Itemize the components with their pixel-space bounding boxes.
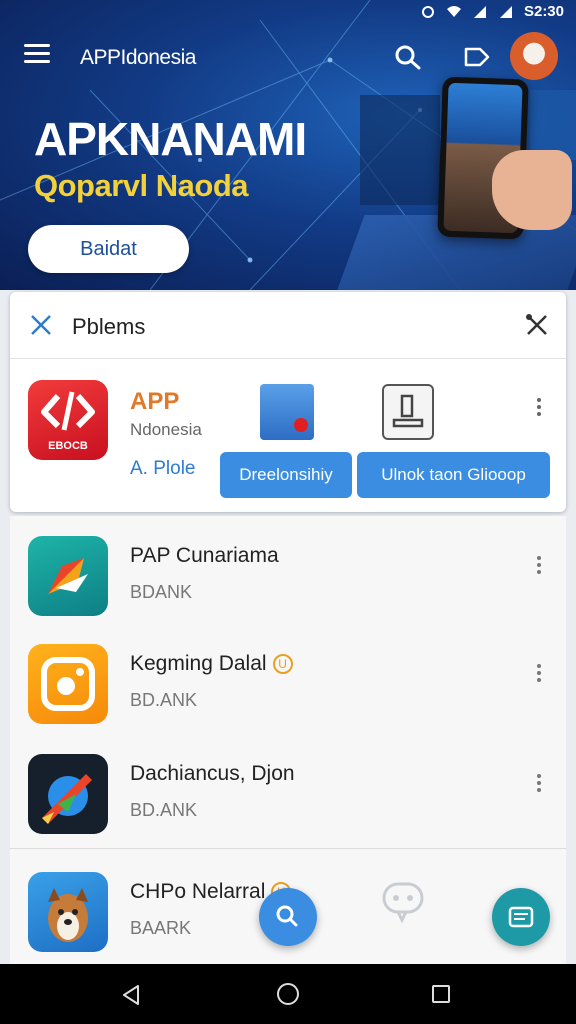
coin-badge-icon: U	[272, 654, 293, 675]
primary-action-button[interactable]: Dreelonsihiy	[220, 452, 352, 498]
hero-hand-image	[492, 150, 572, 230]
list-item[interactable]: PAP Cunariama BDANK	[10, 516, 566, 628]
stamp-app-icon[interactable]	[382, 384, 434, 440]
list-item[interactable]: Dachiancus, Djon BD.ANK	[10, 734, 566, 846]
featured-app-subtitle: Ndonesia	[130, 420, 202, 439]
divider	[10, 848, 566, 849]
tools-icon[interactable]	[524, 312, 550, 338]
status-time: S2:30	[523, 2, 564, 20]
more-options-icon[interactable]	[530, 398, 548, 422]
app-bar: APPIdonesia	[0, 30, 576, 82]
hero-banner: S2:30 APPIdonesia APKNANAMI Qoparvl Naod…	[0, 0, 576, 290]
divider	[10, 358, 566, 359]
featured-panel: Pblems EBOCB APP Ndonesia A. Plole Dreel…	[10, 292, 566, 512]
status-bar: S2:30	[0, 0, 576, 22]
more-options-icon[interactable]	[530, 556, 548, 580]
pen-arrow-icon	[28, 754, 108, 834]
home-icon[interactable]	[277, 983, 299, 1005]
dog-app-icon	[28, 872, 108, 952]
list-item-meta: BDANK	[130, 582, 193, 602]
wifi-icon	[446, 6, 461, 17]
more-options-icon[interactable]	[530, 774, 548, 798]
list-item-title-text: CHPo Nelarral	[130, 880, 266, 903]
hero-title: APKNANAMI	[34, 113, 307, 165]
signal-icon	[473, 6, 486, 18]
code-symbol-icon	[41, 391, 95, 431]
hero-cta-button[interactable]: Baidat	[28, 225, 189, 273]
panel-title: Pblems	[72, 314, 146, 339]
menu-icon[interactable]	[24, 44, 50, 66]
search-fab-button[interactable]	[259, 888, 317, 946]
chat-bubble-icon[interactable]	[380, 878, 426, 924]
list-item-title-text: Kegming Dalal	[130, 652, 267, 675]
app-title: APPIdonesia	[80, 46, 196, 69]
secondary-action-button[interactable]: Ulnok taon Gliooop	[357, 452, 550, 498]
signal-icon	[499, 6, 512, 18]
list-item-meta: BAARK	[130, 918, 192, 938]
hero-subtitle: Qoparvl Naoda	[34, 168, 249, 203]
kite-arrow-icon	[28, 536, 108, 616]
featured-icon-label: EBOCB	[48, 440, 88, 452]
featured-app-name: APP	[130, 388, 180, 415]
avatar[interactable]	[510, 32, 558, 80]
recents-icon[interactable]	[432, 985, 450, 1003]
list-item-meta: BD.ANK	[130, 690, 198, 710]
featured-app-icon[interactable]: EBOCB	[28, 380, 108, 460]
list-item[interactable]: Kegming Dalal U BD.ANK	[10, 624, 566, 736]
close-icon[interactable]	[28, 312, 54, 338]
back-icon[interactable]	[120, 984, 142, 1006]
list-item-title: Kegming Dalal U	[130, 652, 293, 676]
chat-fab-button[interactable]	[492, 888, 550, 946]
featured-app-link[interactable]: A. Plole	[130, 458, 195, 480]
chat-icon	[508, 906, 534, 928]
list-item-title: PAP Cunariama	[130, 544, 279, 567]
stamp-icon	[392, 394, 424, 428]
search-icon[interactable]	[392, 42, 424, 74]
list-item-meta: BD.ANK	[130, 800, 198, 820]
list-item-title: Dachiancus, Djon	[130, 762, 295, 785]
alarm-icon	[421, 6, 434, 18]
system-nav-bar	[0, 964, 576, 1024]
camera-app-icon	[28, 644, 108, 724]
search-icon	[276, 905, 298, 927]
bookmark-app-icon[interactable]	[260, 384, 314, 440]
tag-icon[interactable]	[462, 42, 492, 72]
more-options-icon[interactable]	[530, 664, 548, 688]
